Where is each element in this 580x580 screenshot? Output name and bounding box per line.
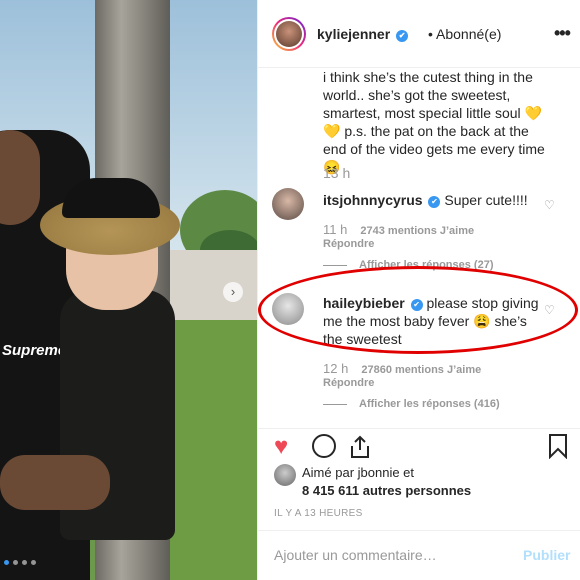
caption-time: 13 h (323, 165, 351, 181)
comment-likes[interactable]: 2743 mentions J’aime (360, 225, 474, 237)
carousel-next-icon[interactable]: › (223, 282, 243, 302)
comment-time: 12 h (323, 361, 349, 376)
photo-arm (0, 455, 110, 510)
post-panel: kyliejenner ✔ • Abonné(e) ••• i think sh… (257, 0, 580, 580)
author-username[interactable]: kyliejenner ✔ (317, 26, 409, 42)
carousel-dot (22, 560, 27, 565)
follow-status[interactable]: • Abonné(e) (428, 26, 501, 42)
share-icon[interactable] (349, 435, 371, 464)
commenter-avatar[interactable] (272, 188, 304, 220)
author-avatar[interactable] (272, 17, 306, 51)
comment-meta: 11 h 2743 mentions J’aime (323, 222, 484, 237)
verified-icon: ✔ (396, 30, 409, 42)
liked-by-text[interactable]: Aimé par jbonnie et (302, 465, 414, 480)
reply-button[interactable]: Répondre (323, 377, 374, 389)
comment-likes[interactable]: 27860 mentions J’aime (361, 364, 481, 376)
comment-like-icon[interactable]: ♡ (544, 198, 556, 212)
comment-time: 11 h (323, 222, 348, 237)
comment-icon[interactable] (312, 434, 336, 458)
likes-count[interactable]: 8 415 611 autres personnes (302, 483, 471, 498)
verified-icon: ✔ (428, 196, 441, 208)
post-caption: i think she’s the cutest thing in the wo… (323, 69, 545, 175)
carousel-dots (4, 560, 36, 565)
more-options-icon[interactable]: ••• (554, 23, 571, 44)
save-icon[interactable] (548, 433, 568, 460)
commenter-username[interactable]: itsjohnnycyrus (323, 192, 423, 208)
post-actions: ♥ (258, 428, 580, 464)
photo-adult-head (0, 130, 40, 225)
reply-button[interactable]: Répondre (323, 238, 374, 250)
publish-button[interactable]: Publier (523, 547, 570, 563)
photo-shirt-text: Supreme (2, 342, 67, 359)
comment-meta: 12 h 27860 mentions J’aime (323, 361, 491, 376)
liker-avatar[interactable] (274, 464, 296, 486)
comments-list[interactable]: i think she’s the cutest thing in the wo… (258, 68, 580, 428)
comment-text: itsjohnnycyrus ✔ Super cute!!!! (323, 192, 528, 208)
like-icon[interactable]: ♥ (274, 435, 288, 459)
post-timestamp: IL Y A 13 HEURES (274, 508, 363, 519)
post-header: kyliejenner ✔ • Abonné(e) ••• (258, 0, 580, 68)
post-photo[interactable]: Supreme › (0, 0, 257, 580)
view-replies-button[interactable]: Afficher les réponses (416) (323, 398, 500, 410)
photo-hat-top (62, 178, 160, 218)
carousel-dot (4, 560, 9, 565)
add-comment-bar: Ajouter un commentaire… Publier (258, 530, 580, 580)
annotation-highlight (258, 266, 578, 354)
carousel-dot (31, 560, 36, 565)
comment-input[interactable]: Ajouter un commentaire… (274, 547, 437, 563)
carousel-dot (13, 560, 18, 565)
